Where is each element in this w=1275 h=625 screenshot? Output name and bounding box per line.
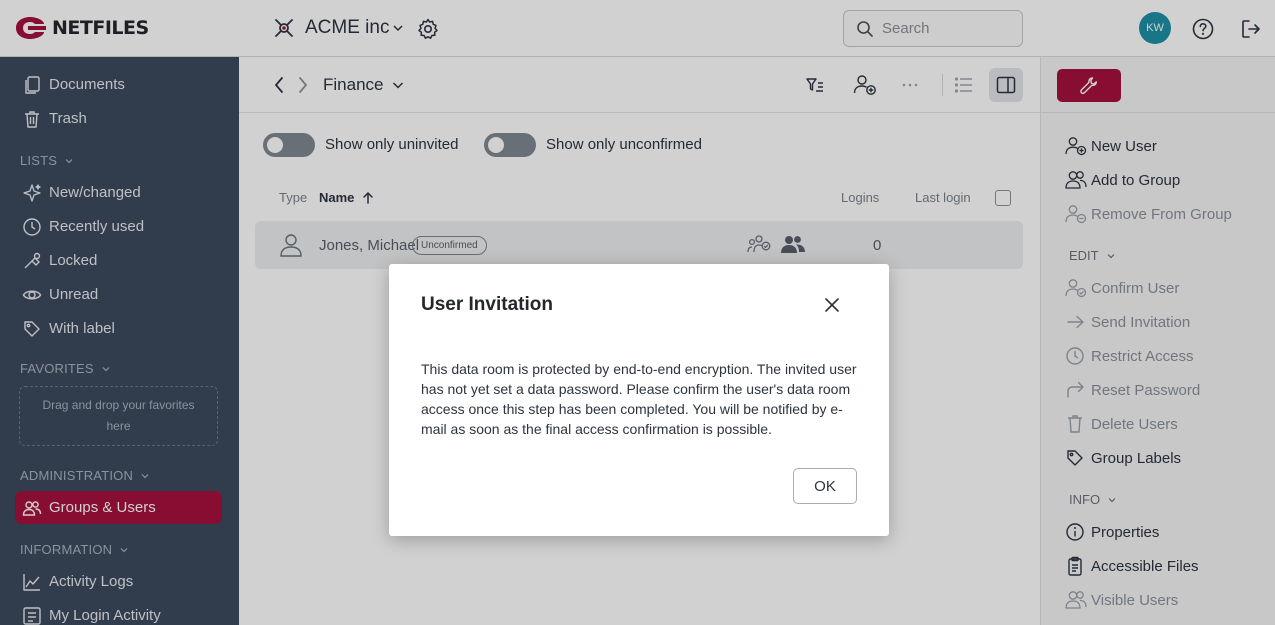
- dialog-title: User Invitation: [421, 294, 553, 315]
- ok-button[interactable]: OK: [793, 468, 857, 504]
- close-icon: [825, 298, 839, 312]
- close-button[interactable]: [819, 292, 845, 318]
- dialog-message: This data room is protected by end-to-en…: [421, 361, 857, 437]
- user-invitation-dialog: User Invitation This data room is protec…: [389, 264, 889, 536]
